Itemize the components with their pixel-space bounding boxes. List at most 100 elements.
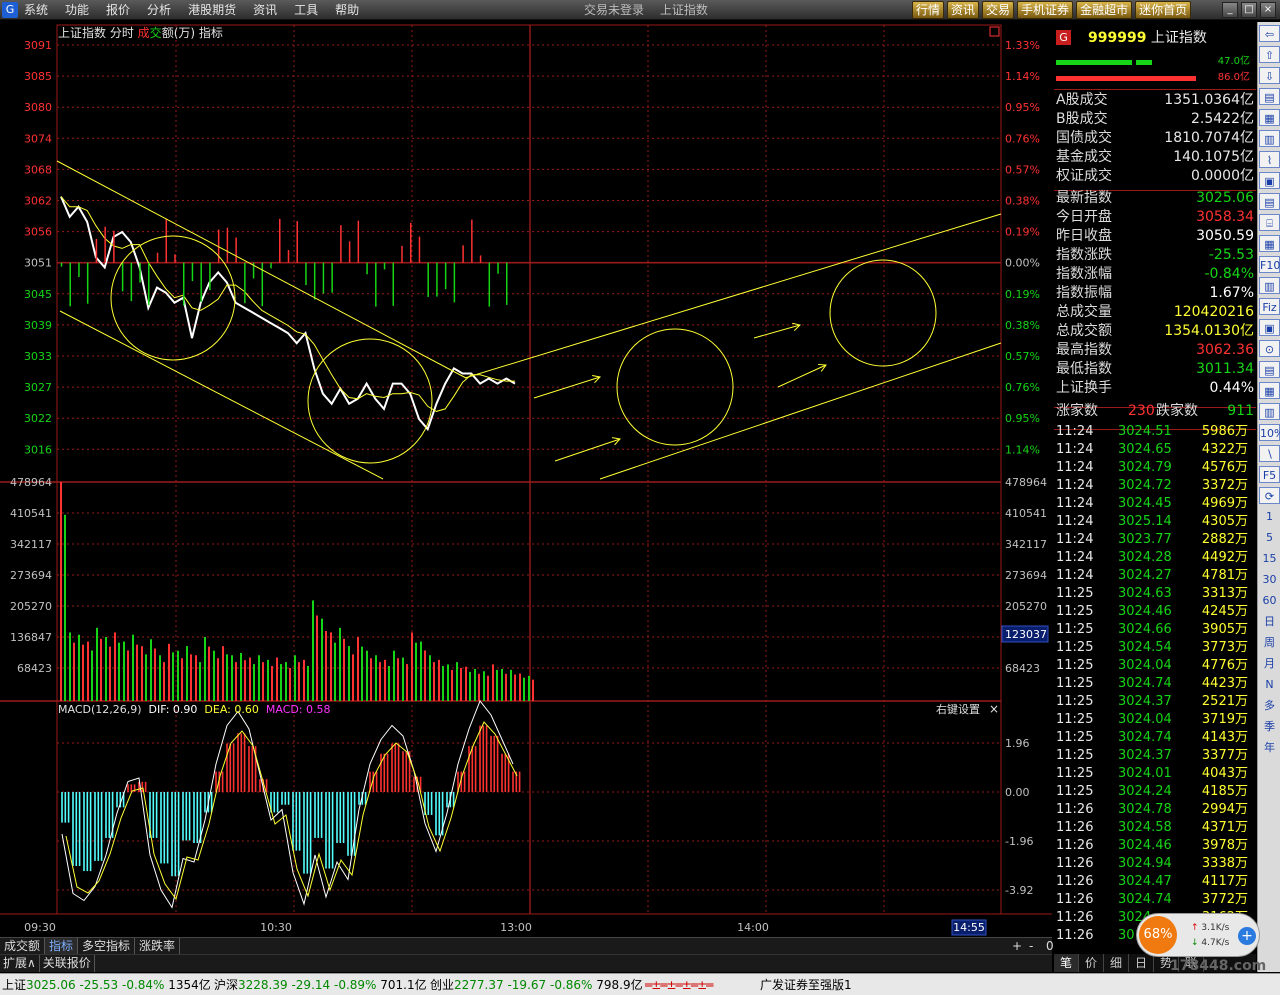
tab-daily[interactable]: 日 [1129,954,1154,972]
toolbar-button-22[interactable]: ⟳ [1259,487,1280,504]
toolbar-button-18[interactable]: ▥ [1259,403,1280,420]
toolbar-button-15[interactable]: ⊙ [1259,340,1280,357]
menu-analysis[interactable]: 分析 [147,0,171,20]
tick-amount: 4117万 [1201,874,1248,889]
tick-time: 11:25 [1056,604,1094,619]
toolbar-button-23[interactable]: 1 [1259,508,1280,525]
toolbar-button-1[interactable]: ⇧ [1259,46,1280,63]
summary-label: 国债成交 [1056,130,1112,146]
status-cy[interactable]: 创业2277.37 -19.67 -0.86% 798.9亿 [430,974,643,995]
toolbar-button-3[interactable]: ▤ [1259,88,1280,105]
menu-news[interactable]: 资讯 [253,0,277,20]
zoom-in-button[interactable]: + [1008,938,1026,954]
maximize-button[interactable]: □ [1241,2,1257,18]
reset-button[interactable]: 0 [1042,938,1058,954]
chart-corner-icon[interactable] [989,26,1000,37]
toolbar-button-17[interactable]: ▦ [1259,382,1280,399]
toolbar-button-12[interactable]: ▥ [1259,277,1280,294]
chart-header-name[interactable]: 上证指数 [58,25,106,40]
toolbar-button-21[interactable]: F5 [1259,466,1280,483]
toolbar-button-7[interactable]: ▣ [1259,172,1280,189]
toolbar-button-16[interactable]: ▤ [1259,361,1280,378]
tick-amount: 3377万 [1201,748,1248,763]
status-hs[interactable]: 沪深3228.39 -29.14 -0.89% 701.1亿 [214,974,427,995]
tick-row: 11:24 3024.79 4576万 [1056,459,1254,477]
price-tick-label: 3062 [24,195,52,208]
tick-amount: 4781万 [1201,568,1248,583]
related-quote-button[interactable]: 关联报价 [40,955,95,972]
close-window-button[interactable]: × [1260,2,1276,18]
chart-header-vol_c[interactable]: 额(万) [162,26,195,40]
toolbar-button-13[interactable]: Fiz [1259,298,1280,315]
toolbar-button-0[interactable]: ⇦ [1259,25,1280,42]
indicator-tab-3[interactable]: 涨跌率 [135,938,181,954]
panel-divider [1054,89,1256,90]
toolbar-button-20[interactable]: ∖ [1259,445,1280,462]
toolbar-button-25[interactable]: 15 [1259,550,1280,567]
tick-time: 11:24 [1056,514,1094,529]
menu-tools[interactable]: 工具 [294,0,318,20]
extend-tabs: 扩展∧ 关联报价 [0,954,1052,972]
tab-price[interactable]: 价 [1079,954,1104,972]
toolbar-button-14[interactable]: ▣ [1259,319,1280,336]
status-sh[interactable]: 上证3025.06 -25.53 -0.84% 1354亿 [2,974,211,995]
zoom-out-button[interactable]: - [1025,938,1037,954]
quick-market-button[interactable]: 行情 [912,1,945,19]
broker-name: 广发证券至强版1 [760,978,852,992]
tick-price: 3024.66 [1118,622,1172,637]
indicator-tab-2[interactable]: 多空指标 [78,938,136,954]
chart-header-vol_b[interactable]: 交 [150,25,162,40]
toolbar-button-30[interactable]: 月 [1259,655,1280,672]
chart-header-vol_a[interactable]: 成 [134,26,150,40]
toolbar-button-34[interactable]: 年 [1259,739,1280,756]
status-bar: 上证3025.06 -25.53 -0.84% 1354亿 沪深3228.39 … [0,973,1280,995]
indicator-tabs: 成交额 指标 多空指标 涨跌率 + -0 [0,937,1054,954]
tick-price: 3024.46 [1118,604,1172,619]
toolbar-button-10[interactable]: ▦ [1259,235,1280,252]
toolbar-button-5[interactable]: ▥ [1259,130,1280,147]
toolbar-button-11[interactable]: F10 [1259,256,1280,273]
quick-trade-button[interactable]: 交易 [982,1,1015,19]
toolbar-button-19[interactable]: 10% [1259,424,1280,441]
right-click-settings[interactable]: 右键设置 [936,702,980,716]
tab-trades[interactable]: 笔 [1054,954,1079,972]
minimize-button[interactable]: _ [1222,2,1238,18]
extend-button[interactable]: 扩展∧ [0,955,40,972]
tick-row: 11:25 3024.46 4245万 [1056,603,1254,621]
quick-mobile-button[interactable]: 手机证券 [1017,1,1074,19]
toolbar-button-28[interactable]: 日 [1259,613,1280,630]
intraday-chart[interactable]: 3091 3085 3080 3074 3068 3062 3056 3051 3045 3039… [0,21,1054,937]
tab-detail[interactable]: 细 [1104,954,1129,972]
macd-dif: DIF: 0.90 [142,703,198,716]
indicator-tab-1[interactable]: 指标 [45,938,79,954]
toolbar-button-32[interactable]: 多 [1259,697,1280,714]
toolbar-button-2[interactable]: ⇩ [1259,67,1280,84]
toolbar-button-6[interactable]: ⌇ [1259,151,1280,168]
toolbar-button-26[interactable]: 30 [1259,571,1280,588]
add-icon[interactable]: + [1238,927,1256,945]
toolbar-button-33[interactable]: 季 [1259,718,1280,735]
chart-header-mode[interactable]: 分时 [106,26,134,40]
toolbar-button-27[interactable]: 60 [1259,592,1280,609]
menu-system[interactable]: 系统 [24,0,48,20]
chart-header-ind[interactable]: 指标 [195,25,223,40]
menu-quote[interactable]: 报价 [106,0,130,20]
menu-function[interactable]: 功能 [65,0,89,20]
toolbar-button-9[interactable]: ⌸ [1259,214,1280,231]
toolbar-button-31[interactable]: N [1259,676,1280,693]
network-widget[interactable]: 68% ↑ 3.1K/s ↓ 4.7K/s + [1136,913,1260,957]
toolbar-button-24[interactable]: 5 [1259,529,1280,546]
app-logo-icon[interactable]: G [2,2,18,18]
toolbar-button-8[interactable]: ▤ [1259,193,1280,210]
quick-mini-button[interactable]: 迷你首页 [1135,1,1192,19]
toolbar-button-4[interactable]: ▦ [1259,109,1280,126]
macd-close-icon[interactable]: × [989,702,999,716]
quick-finance-button[interactable]: 金融超市 [1076,1,1133,19]
quick-news-button[interactable]: 资讯 [947,1,980,19]
tick-row: 11:24 3024.51 5986万 [1056,423,1254,441]
pattern-circle [829,259,937,367]
menu-hk-futures[interactable]: 港股期货 [188,0,236,20]
indicator-tab-0[interactable]: 成交额 [0,938,46,954]
menu-help[interactable]: 帮助 [335,0,359,20]
toolbar-button-29[interactable]: 周 [1259,634,1280,651]
